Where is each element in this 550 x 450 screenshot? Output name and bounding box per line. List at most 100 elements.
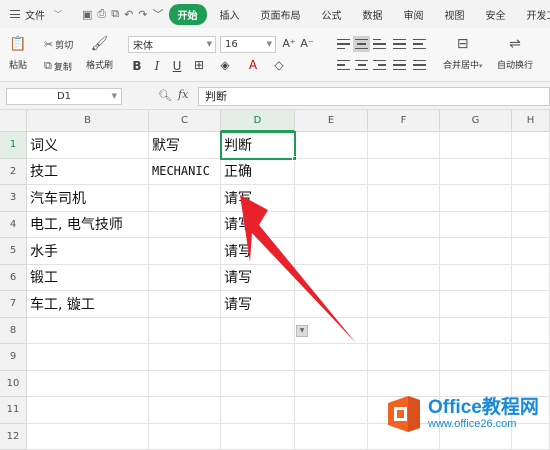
row-header-8[interactable]: 8 [0, 317, 27, 344]
align-bottom-icon[interactable] [373, 38, 386, 50]
cell-f9[interactable] [368, 344, 440, 371]
tab-view[interactable]: 视图 [437, 4, 473, 25]
tab-data[interactable]: 数据 [355, 4, 391, 25]
cell-f1[interactable] [368, 132, 440, 159]
cell-c9[interactable] [149, 344, 221, 371]
cell-c5[interactable] [149, 238, 221, 265]
function-icon[interactable]: fx [178, 88, 188, 101]
distributed-icon[interactable] [413, 59, 426, 71]
save-icon[interactable]: ▣ [82, 7, 92, 21]
redo-icon[interactable]: ↷ [138, 7, 147, 21]
cell-b3[interactable]: 汽车司机 [27, 185, 149, 212]
cell-h6[interactable] [512, 264, 550, 291]
cell-b1[interactable]: 词义 [27, 132, 149, 159]
row-header-7[interactable]: 7 [0, 291, 27, 318]
wrap-text-button[interactable]: ⇌ 自动换行 [497, 34, 533, 71]
cell-b5[interactable]: 水手 [27, 238, 149, 265]
cut-button[interactable]: ✂ 剪切 [44, 38, 73, 51]
copy-button[interactable]: ⧉ 复制 [44, 59, 72, 73]
align-center-icon[interactable] [355, 59, 368, 71]
cell-h3[interactable] [512, 185, 550, 212]
justify-icon[interactable] [393, 59, 406, 71]
column-header-c[interactable]: C [149, 110, 221, 132]
cell-d7[interactable]: 请写 [221, 291, 295, 318]
format-painter-button[interactable]: 🖌 格式刷 [86, 34, 113, 71]
clear-icon[interactable]: ◇ [272, 58, 286, 72]
cell-c11[interactable] [149, 397, 221, 424]
cell-c4[interactable] [149, 211, 221, 238]
merge-center-button[interactable]: ⊟ 合并居中▾ [443, 34, 483, 71]
cell-g2[interactable] [440, 158, 512, 185]
cell-c12[interactable] [149, 423, 221, 450]
zoom-icon[interactable]: 🔍︎ [158, 89, 172, 102]
cell-c2[interactable]: MECHANIC [149, 158, 221, 185]
cell-f6[interactable] [368, 264, 440, 291]
cell-d9[interactable] [221, 344, 295, 371]
cell-e9[interactable] [295, 344, 368, 371]
cell-c3[interactable] [149, 185, 221, 212]
cell-d10[interactable] [221, 370, 295, 397]
row-header-11[interactable]: 11 [0, 397, 27, 424]
cell-d8[interactable] [221, 317, 295, 344]
row-header-9[interactable]: 9 [0, 344, 27, 371]
column-header-e[interactable]: E [295, 110, 368, 132]
fill-handle[interactable] [292, 155, 297, 161]
column-header-d[interactable]: D [221, 110, 295, 132]
decrease-font-icon[interactable]: A⁻ [300, 37, 314, 50]
cell-g9[interactable] [440, 344, 512, 371]
cell-h9[interactable] [512, 344, 550, 371]
cell-h8[interactable] [512, 317, 550, 344]
border-icon[interactable]: ⊞ [192, 58, 206, 72]
row-header-12[interactable]: 12 [0, 423, 27, 450]
tab-review[interactable]: 审阅 [396, 4, 432, 25]
cell-g4[interactable] [440, 211, 512, 238]
underline-button[interactable]: U [170, 59, 184, 73]
cell-f3[interactable] [368, 185, 440, 212]
increase-font-icon[interactable]: A⁺ [282, 37, 296, 50]
cell-b8[interactable] [27, 317, 149, 344]
tab-page-layout[interactable]: 页面布局 [253, 4, 309, 25]
column-header-h[interactable]: H [512, 110, 550, 132]
cell-f8[interactable] [368, 317, 440, 344]
tab-insert[interactable]: 插入 [212, 4, 248, 25]
font-size-select[interactable]: 16 ▼ [220, 36, 276, 53]
cell-e7[interactable] [295, 291, 368, 318]
row-header-10[interactable]: 10 [0, 370, 27, 397]
cell-f7[interactable] [368, 291, 440, 318]
column-header-g[interactable]: G [440, 110, 512, 132]
cell-c8[interactable] [149, 317, 221, 344]
fill-color-icon[interactable]: ◈ [218, 58, 232, 72]
cell-c1[interactable]: 默写 [149, 132, 221, 159]
font-name-select[interactable]: 宋体 ▼ [128, 36, 216, 53]
cell-g3[interactable] [440, 185, 512, 212]
cell-b9[interactable] [27, 344, 149, 371]
tab-home[interactable]: 开始 [168, 3, 207, 25]
cell-d6[interactable]: 请写 [221, 264, 295, 291]
cell-e5[interactable] [295, 238, 368, 265]
cell-b4[interactable]: 电工, 电气技师 [27, 211, 149, 238]
cell-e1[interactable] [295, 132, 368, 159]
cell-h1[interactable] [512, 132, 550, 159]
column-header-b[interactable]: B [27, 110, 149, 132]
align-middle-icon[interactable] [353, 36, 370, 52]
cell-f4[interactable] [368, 211, 440, 238]
paste-button[interactable]: 📋 粘贴 [8, 34, 28, 71]
cell-h5[interactable] [512, 238, 550, 265]
bold-button[interactable]: B [130, 59, 144, 73]
cell-d5[interactable]: 请写 [221, 238, 295, 265]
print-icon[interactable]: ⎙ [97, 7, 106, 21]
cell-h7[interactable] [512, 291, 550, 318]
italic-button[interactable]: I [150, 59, 164, 73]
file-menu[interactable]: 文件 ﹀ [0, 7, 62, 22]
font-color-icon[interactable]: A [246, 58, 260, 72]
cell-e3[interactable] [295, 185, 368, 212]
cell-e2[interactable] [295, 158, 368, 185]
cell-e6[interactable] [295, 264, 368, 291]
cell-d4[interactable]: 请写 [221, 211, 295, 238]
cell-b12[interactable] [27, 423, 149, 450]
cell-b6[interactable]: 锻工 [27, 264, 149, 291]
cell-h4[interactable] [512, 211, 550, 238]
cell-d2[interactable]: 正确 [221, 158, 295, 185]
row-header-5[interactable]: 5 [0, 238, 27, 265]
tab-developer[interactable]: 开发工 [519, 4, 550, 25]
